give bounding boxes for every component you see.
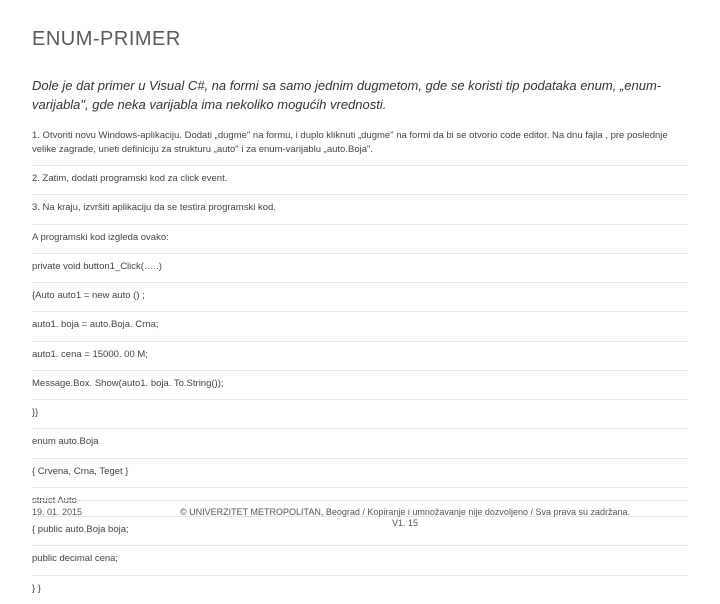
code-line: {Auto auto1 = new auto () ; [32,289,688,312]
code-line: }} [32,406,688,429]
step-1: 1. Otvoriti novu Windows-aplikaciju. Dod… [32,129,688,167]
code-line: { Crvena, Crna, Teget } [32,465,688,488]
code-line: Message.Box. Show(auto1. boja. To.String… [32,377,688,400]
code-line: enum auto.Boja [32,435,688,458]
code-line: auto1. boja = auto.Boja. Crna; [32,318,688,341]
step-3: 3. Na kraju, izvršiti aplikaciju da se t… [32,201,688,224]
intro-text: Dole je dat primer u Visual C#, na formi… [32,77,688,115]
step-2: 2. Zatim, dodati programski kod za click… [32,172,688,195]
code-intro: A programski kod izgleda ovako: [32,231,688,254]
code-line: public decimal cena; [32,552,688,575]
footer-date: 19. 01. 2015 [32,507,82,517]
page-title: ENUM-PRIMER [32,28,688,51]
footer-copyright: © UNIVERZITET METROPOLITAN, Beograd / Ko… [122,507,688,530]
code-line: auto1. cena = 15000. 00 M; [32,348,688,371]
code-line: } } [32,582,688,604]
code-line: private void button1_Click(…..) [32,260,688,283]
footer: 19. 01. 2015 © UNIVERZITET METROPOLITAN,… [32,500,688,530]
slide-content: ENUM-PRIMER Dole je dat primer u Visual … [0,0,720,540]
